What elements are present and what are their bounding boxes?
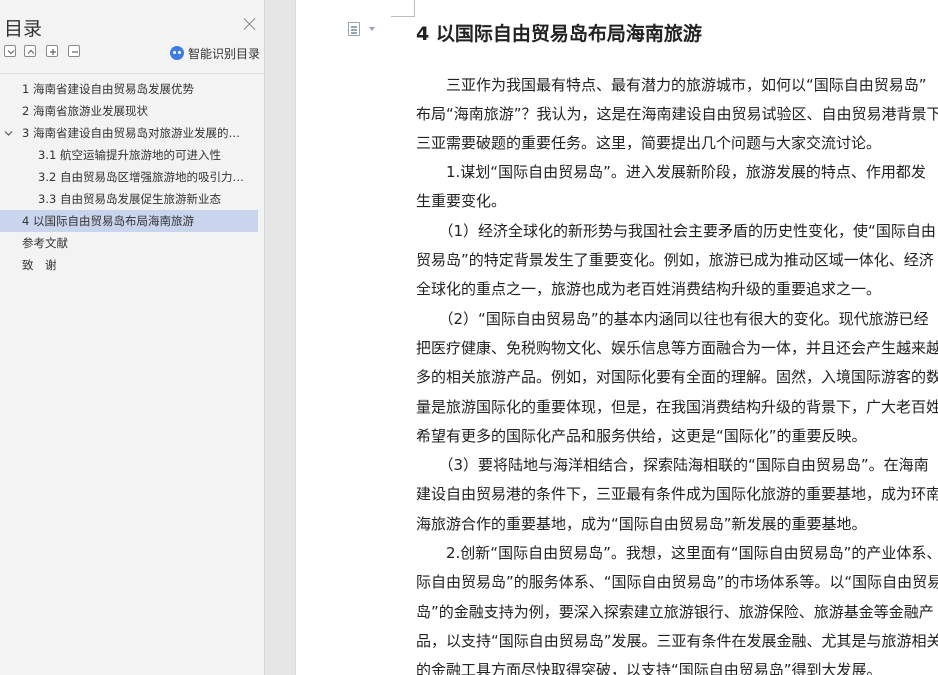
smart-toc-label: 智能识别目录 bbox=[188, 46, 261, 61]
remove-item-icon[interactable] bbox=[68, 45, 80, 57]
body-line: 际自由贸易岛”的服务体系、“国际自由贸易岛”的市场体系等。以“国际自由贸易 bbox=[416, 573, 938, 591]
collapse-all-icon[interactable] bbox=[4, 45, 16, 57]
body-line: 生重要变化。 bbox=[416, 192, 507, 210]
section-heading: 4 以国际自由贸易岛布局海南旅游 bbox=[416, 23, 702, 45]
sidebar-title: 目录 bbox=[4, 18, 43, 40]
body-line: 三亚作为我国最有特点、最有潜力的旅游城市，如何以“国际自由贸易岛” bbox=[416, 76, 927, 94]
body-line: 希望有更多的国际化产品和服务供给，这更是“国际化”的重要反映。 bbox=[416, 427, 867, 445]
body-line: 1.谋划“国际自由贸易岛”。进入发展新阶段，旅游发展的特点、作用都发 bbox=[416, 163, 926, 181]
body-line: 三亚需要破题的重要任务。这里，简要提出几个问题与大家交流讨论。 bbox=[416, 134, 882, 152]
body-line: 2.创新“国际自由贸易岛”。我想，这里面有“国际自由贸易岛”的产业体系、“国 bbox=[416, 544, 938, 562]
ai-assistant-icon bbox=[170, 46, 184, 60]
toc-item[interactable]: 2 海南省旅游业发展现状 bbox=[0, 100, 258, 122]
body-line: 品，以支持“国际自由贸易岛”发展。三亚有条件在发展金融、尤其是与旅游相关 bbox=[416, 632, 938, 650]
toc-item[interactable]: 3 海南省建设自由贸易岛对旅游业发展的影响 bbox=[0, 122, 258, 144]
body-line: （3）要将陆地与海洋相结合，探索陆海相联的“国际自由贸易岛”。在海南 bbox=[416, 456, 929, 474]
toc-item[interactable]: 致 谢 bbox=[0, 254, 258, 276]
toc-item[interactable]: 参考文献 bbox=[0, 232, 258, 254]
body-line: 岛”的金融支持为例，要深入探索建立旅游银行、旅游保险、旅游基金等金融产 bbox=[416, 603, 934, 621]
toc-sidebar: 目录 智能识别目录 1 海南省建设自由贸易岛发展优势 2 海南省旅游业发展现状 … bbox=[0, 0, 265, 675]
body-line: 的金融工具方面尽快取得突破，以支持“国际自由贸易岛”得到大发展。 bbox=[416, 661, 882, 675]
toc-item[interactable]: 3.2 自由贸易岛区增强旅游地的吸引力与竞争力 bbox=[0, 166, 258, 188]
toc-item[interactable]: 3.1 航空运输提升旅游地的可进入性 bbox=[0, 144, 258, 166]
body-line: （1）经济全球化的新形势与我国社会主要矛盾的历史性变化，使“国际自由 bbox=[416, 222, 936, 240]
chevron-down-icon[interactable] bbox=[4, 129, 13, 138]
body-line: 建设自由贸易港的条件下，三亚最有条件成为国际化旅游的重要基地，成为环南 bbox=[416, 485, 938, 503]
body-line: 贸易岛”的特定背景发生了重要变化。例如，旅游已成为推动区域一体化、经济 bbox=[416, 251, 934, 269]
close-icon[interactable] bbox=[243, 17, 257, 31]
toc-list: 1 海南省建设自由贸易岛发展优势 2 海南省旅游业发展现状 3 海南省建设自由贸… bbox=[0, 73, 264, 675]
body-line: （2）“国际自由贸易岛”的基本内涵同以往也有很大的变化。现代旅游已经 bbox=[416, 310, 929, 328]
caret-down-icon[interactable] bbox=[369, 27, 375, 31]
body-line: 布局“海南旅游”？我认为，这是在海南建设自由贸易试验区、自由贸易港背景下 bbox=[416, 105, 938, 123]
toc-item-selected[interactable]: 4 以国际自由贸易岛布局海南旅游 bbox=[0, 210, 258, 232]
toc-item[interactable]: 1 海南省建设自由贸易岛发展优势 bbox=[0, 78, 258, 100]
add-item-icon[interactable] bbox=[46, 45, 58, 57]
body-line: 全球化的重点之一，旅游也成为老百姓消费结构升级的重要追求之一。 bbox=[416, 280, 882, 298]
margin-marker bbox=[391, 0, 415, 17]
body-line: 把医疗健康、免税购物文化、娱乐信息等方面融合为一体，并且还会产生越来越 bbox=[416, 339, 938, 357]
body-line: 海旅游合作的重要基地，成为“国际自由贸易岛”新发展的重要基地。 bbox=[416, 515, 867, 533]
body-line: 量是旅游国际化的重要体现，但是，在我国消费结构升级的背景下，广大老百姓 bbox=[416, 398, 938, 416]
toc-item[interactable]: 3.3 自由贸易岛发展促生旅游新业态 bbox=[0, 188, 258, 210]
document-menu-icon[interactable] bbox=[348, 22, 360, 36]
document-page[interactable]: 4 以国际自由贸易岛布局海南旅游 三亚作为我国最有特点、最有潜力的旅游城市，如何… bbox=[295, 0, 938, 675]
body-line: 多的相关旅游产品。例如，对国际化要有全面的理解。固然，入境国际游客的数 bbox=[416, 368, 938, 386]
expand-all-icon[interactable] bbox=[24, 45, 36, 57]
smart-toc-button[interactable]: 智能识别目录 bbox=[170, 45, 260, 61]
